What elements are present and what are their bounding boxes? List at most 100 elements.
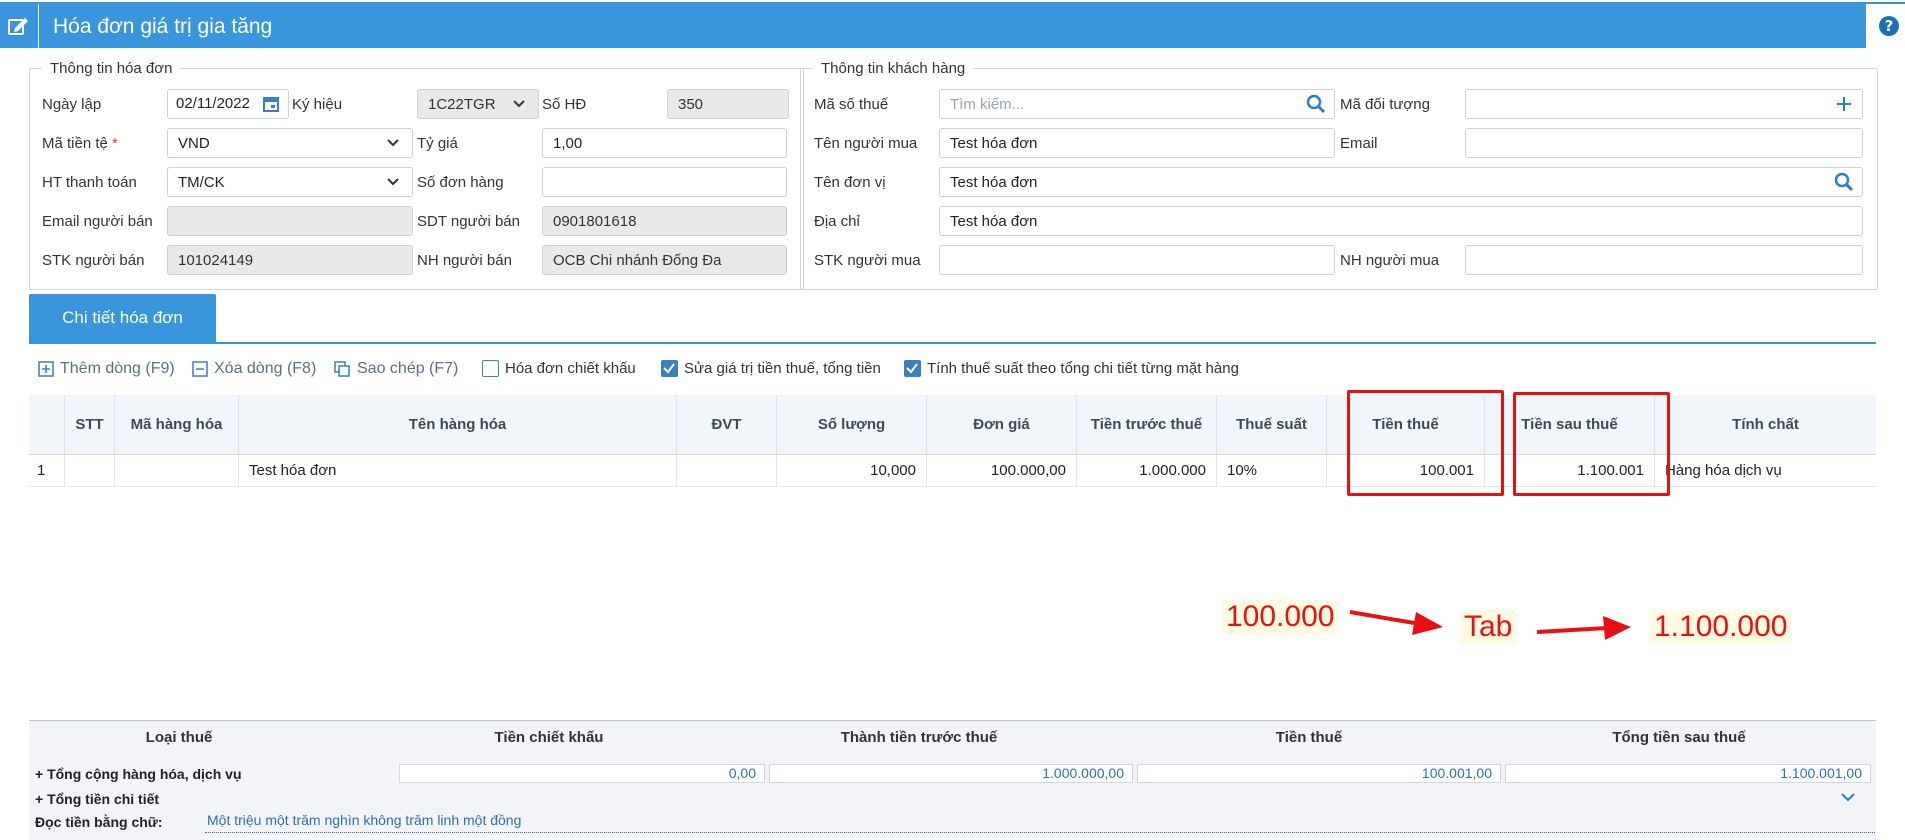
- column-header-pretax[interactable]: Tiền trước thuế: [1077, 395, 1217, 454]
- column-header-name[interactable]: Tên hàng hóa: [239, 395, 677, 454]
- tax-code-search[interactable]: Tìm kiếm...: [939, 89, 1335, 119]
- order-label: Số đơn hàng: [417, 174, 504, 191]
- buyer-name-field[interactable]: Test hóa đơn: [939, 128, 1335, 158]
- seller-email-label: Email người bán: [42, 213, 153, 230]
- unit-name-field[interactable]: Test hóa đơn: [939, 167, 1863, 197]
- currency-label: Mã tiền tệ *: [42, 135, 118, 152]
- date-label: Ngày lập: [42, 96, 102, 113]
- cell-unit[interactable]: [677, 455, 777, 486]
- plus-icon[interactable]: [1836, 96, 1852, 112]
- summary-header-discount: Tiền chiết khấu: [494, 729, 604, 746]
- summary-detail-label[interactable]: + Tổng tiền chi tiết: [35, 791, 159, 807]
- svg-text:?: ?: [1885, 17, 1894, 35]
- summary-total-value: 1.100.001,00: [1505, 764, 1871, 783]
- tax-by-item-checkbox[interactable]: Tính thuế suất theo tổng chi tiết từng m…: [904, 360, 1239, 377]
- column-header-price[interactable]: Đơn giá: [927, 395, 1077, 454]
- payment-select[interactable]: TM/CK: [167, 167, 413, 197]
- summary-pretax-value: 1.000.000,00: [769, 764, 1133, 783]
- date-field[interactable]: 02/11/2022: [167, 89, 289, 119]
- seller-account-field[interactable]: 101024149: [167, 245, 413, 275]
- checkbox-checked[interactable]: [904, 360, 921, 377]
- currency-select[interactable]: VND: [167, 128, 413, 158]
- tax-code-label: Mã số thuế: [814, 96, 889, 113]
- discount-invoice-label: Hóa đơn chiết khấu: [505, 360, 636, 377]
- edit-icon[interactable]: [0, 4, 39, 48]
- column-header-nature[interactable]: Tính chất: [1655, 395, 1876, 454]
- seller-account-label: STK người bán: [42, 252, 145, 269]
- search-icon[interactable]: [1306, 94, 1326, 114]
- arrow-right-icon: [1349, 610, 1443, 635]
- symbol-label: Ký hiệu: [292, 96, 343, 113]
- email-field[interactable]: [1465, 128, 1863, 158]
- email-label: Email: [1340, 135, 1378, 152]
- seller-bank-field[interactable]: OCB Chi nhánh Đống Đa: [542, 245, 787, 275]
- cell-qty[interactable]: 10,000: [777, 455, 927, 486]
- customer-info-legend: Thông tin khách hàng: [821, 60, 966, 77]
- summary-header-tax: Tiền thuế: [1275, 729, 1343, 746]
- column-header-code[interactable]: Mã hàng hóa: [115, 395, 239, 454]
- buyer-account-label: STK người mua: [814, 252, 921, 269]
- plus-square-icon: [38, 361, 54, 377]
- cell-rate[interactable]: 10%: [1217, 455, 1327, 486]
- chevron-down-icon: [387, 139, 399, 147]
- page-title: Hóa đơn giá trị gia tăng: [53, 15, 273, 38]
- checkbox-unchecked[interactable]: [482, 360, 499, 377]
- tab-invoice-detail[interactable]: Chi tiết hóa đơn: [29, 294, 216, 342]
- cell-pretax[interactable]: 1.000.000: [1077, 455, 1217, 486]
- rate-field[interactable]: 1,00: [542, 128, 787, 158]
- tax-code-placeholder: Tìm kiếm...: [950, 96, 1025, 113]
- seller-email-field[interactable]: [167, 206, 413, 236]
- cell-price[interactable]: 100.000,00: [927, 455, 1077, 486]
- checkbox-checked[interactable]: [661, 360, 678, 377]
- column-header-stt[interactable]: STT: [65, 395, 115, 454]
- column-header-rate[interactable]: Thuế suất: [1217, 395, 1327, 454]
- chevron-down-icon[interactable]: [1840, 791, 1856, 803]
- edit-tax-total-checkbox[interactable]: Sửa giá trị tiền thuế, tổng tiền: [661, 360, 881, 377]
- cell-stt[interactable]: [65, 455, 115, 486]
- chevron-down-icon: [513, 100, 525, 108]
- title-bar-background: [0, 4, 1866, 48]
- cell-code[interactable]: [115, 455, 239, 486]
- chevron-down-icon: [387, 178, 399, 186]
- order-field[interactable]: [542, 167, 787, 197]
- buyer-name-label: Tên người mua: [814, 135, 918, 152]
- buyer-bank-field[interactable]: [1465, 245, 1863, 275]
- calendar-icon[interactable]: [262, 95, 280, 113]
- summary-discount-value: 0,00: [399, 764, 765, 783]
- add-row-button[interactable]: Thêm dòng (F9): [38, 360, 175, 378]
- column-header-unit[interactable]: ĐVT: [677, 395, 777, 454]
- edit-tax-total-label: Sửa giá trị tiền thuế, tổng tiền: [684, 360, 881, 377]
- seller-phone-field[interactable]: 0901801618: [542, 206, 787, 236]
- summary-header-total: Tổng tiền sau thuế: [1612, 729, 1746, 746]
- search-icon[interactable]: [1834, 172, 1854, 192]
- currency-value: VND: [178, 135, 210, 152]
- summary-panel: Loại thuế Tiền chiết khấu Thành tiền trư…: [29, 720, 1876, 840]
- summary-words-label: Đọc tiền bằng chữ:: [35, 814, 163, 830]
- invoice-info-legend: Thông tin hóa đơn: [50, 60, 173, 77]
- cell-name[interactable]: Test hóa đơn: [239, 455, 677, 486]
- summary-words-value: Một triệu một trăm nghìn không trăm linh…: [207, 812, 522, 828]
- symbol-select[interactable]: 1C22TGR: [417, 89, 539, 119]
- number-field[interactable]: 350: [667, 89, 789, 119]
- column-header-index: [29, 395, 65, 454]
- column-header-qty[interactable]: Số lượng: [777, 395, 927, 454]
- summary-goods-label[interactable]: + Tổng cộng hàng hóa, dịch vụ: [35, 766, 242, 782]
- delete-row-label: Xóa dòng (F8): [214, 360, 317, 377]
- delete-row-button[interactable]: Xóa dòng (F8): [192, 360, 316, 378]
- payment-label: HT thanh toán: [42, 174, 137, 191]
- copy-button[interactable]: Sao chép (F7): [334, 360, 458, 378]
- buyer-bank-label: NH người mua: [1340, 252, 1440, 269]
- help-icon[interactable]: ?: [1878, 15, 1900, 37]
- seller-bank-label: NH người bán: [417, 252, 512, 269]
- arrow-right-icon: [1536, 616, 1631, 640]
- number-label: Số HĐ: [542, 96, 587, 113]
- highlight-tax-column: [1347, 390, 1504, 496]
- currency-label-text: Mã tiền tệ: [42, 135, 108, 152]
- summary-tax-value: 100.001,00: [1137, 764, 1501, 783]
- address-field[interactable]: Test hóa đơn: [939, 206, 1863, 236]
- cell-nature[interactable]: Hàng hóa dịch vụ: [1655, 455, 1876, 486]
- buyer-account-field[interactable]: [939, 245, 1335, 275]
- discount-invoice-checkbox[interactable]: Hóa đơn chiết khấu: [482, 360, 636, 377]
- object-code-field[interactable]: [1465, 89, 1863, 119]
- summary-header-tax-type: Loại thuế: [145, 729, 213, 746]
